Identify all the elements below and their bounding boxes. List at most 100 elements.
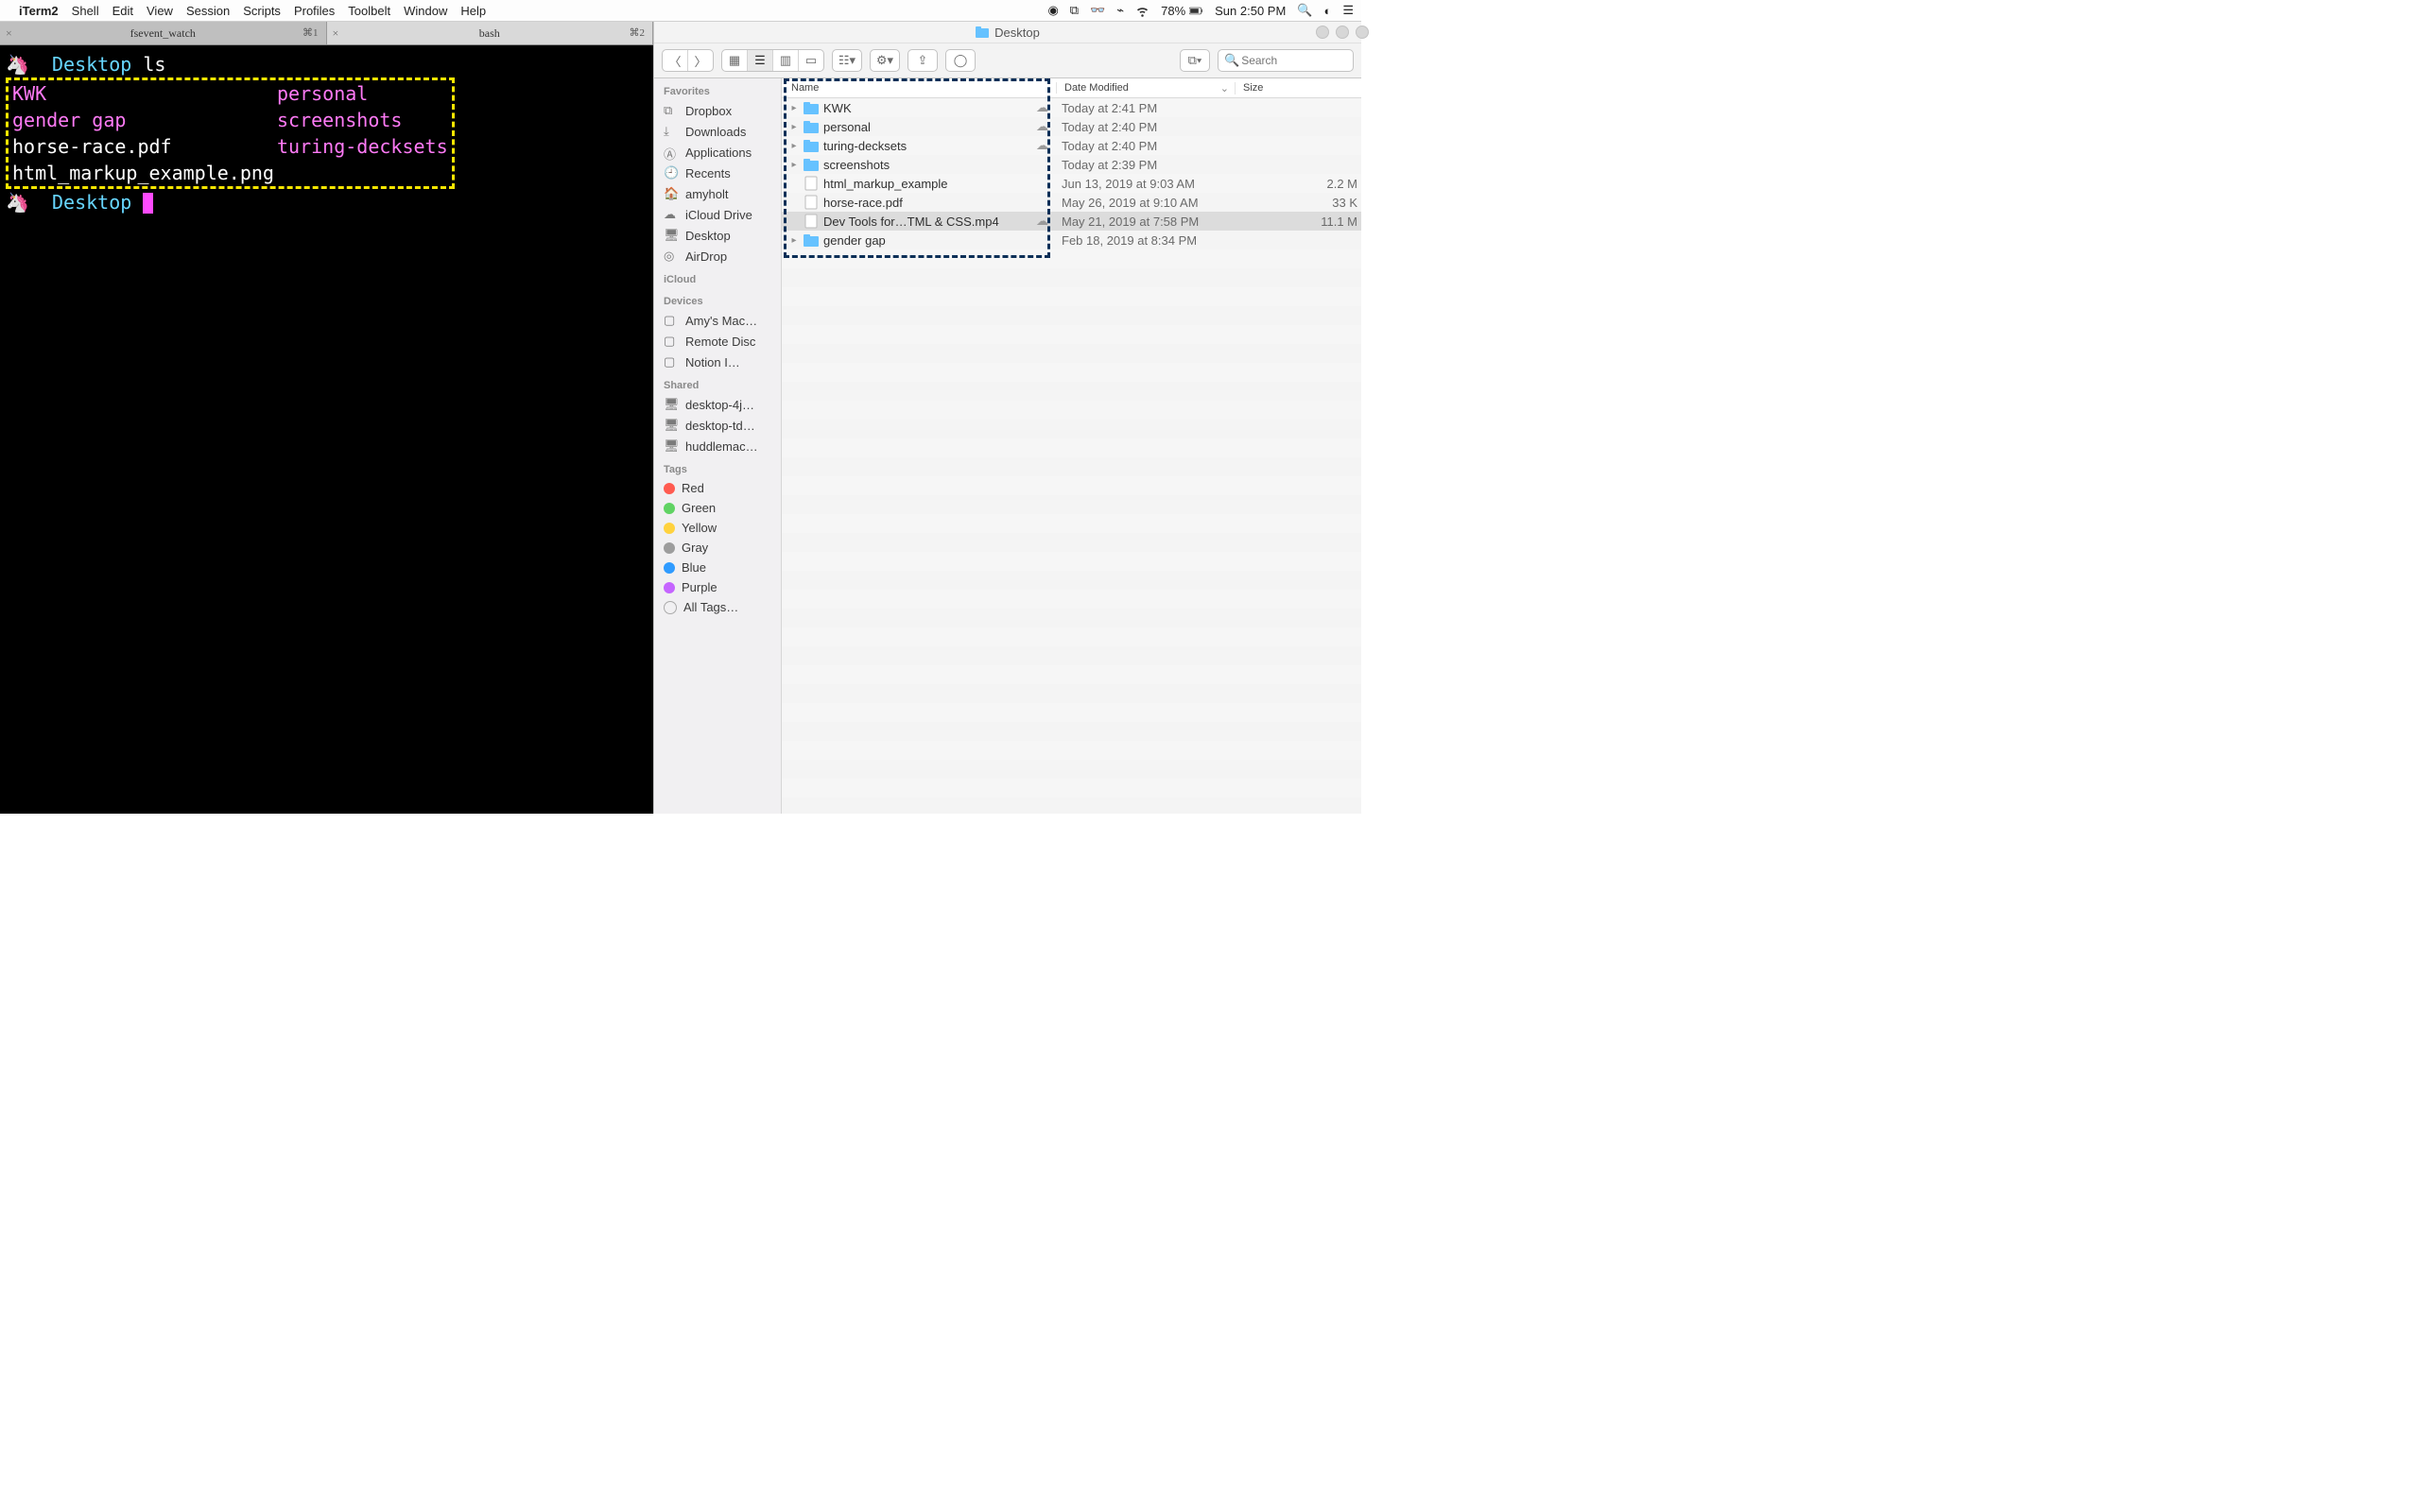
menu-window[interactable]: Window	[404, 4, 447, 18]
sidebar-tag[interactable]: Yellow	[654, 518, 781, 538]
status-notification-icon[interactable]: ☰	[1342, 3, 1354, 18]
file-row[interactable]: ▸gender gapFeb 18, 2019 at 8:34 PM	[782, 231, 1361, 249]
sidebar-item-label: amyholt	[685, 187, 729, 201]
back-button[interactable]: 〈	[663, 50, 688, 71]
menu-help[interactable]: Help	[460, 4, 486, 18]
status-glasses-icon[interactable]: 👓	[1090, 3, 1105, 18]
sidebar-item[interactable]: ☁iCloud Drive	[654, 204, 781, 225]
status-siri-icon[interactable]: ◐	[1323, 4, 1331, 18]
status-spotlight-icon[interactable]: 🔍	[1297, 3, 1312, 18]
sidebar-item[interactable]: ▢Notion I…	[654, 352, 781, 372]
col-name[interactable]: Name	[782, 82, 1057, 94]
disclosure-icon[interactable]: ▸	[789, 103, 799, 113]
action-button[interactable]: ⚙▾	[870, 49, 900, 72]
menu-profiles[interactable]: Profiles	[294, 4, 335, 18]
disclosure-icon[interactable]: ▸	[789, 160, 799, 170]
menu-edit[interactable]: Edit	[112, 4, 133, 18]
file-date: Jun 13, 2019 at 9:03 AM	[1054, 177, 1232, 191]
view-icons-button[interactable]: ▦	[722, 50, 748, 71]
search-icon: 🔍	[1224, 53, 1239, 68]
file-row[interactable]: Dev Tools for…TML & CSS.mp4☁May 21, 2019…	[782, 212, 1361, 231]
menu-view[interactable]: View	[147, 4, 173, 18]
empty-row	[782, 287, 1361, 306]
dropbox-button[interactable]: ⧉▾	[1180, 49, 1210, 72]
sidebar-tag[interactable]: Blue	[654, 558, 781, 577]
status-battery[interactable]: 78%	[1161, 4, 1203, 18]
sidebar-item-label: Applications	[685, 146, 752, 160]
computer-icon: 🖥	[664, 438, 679, 454]
menu-session[interactable]: Session	[186, 4, 230, 18]
traffic-lights[interactable]	[1316, 26, 1369, 39]
sidebar-item[interactable]: 🏠amyholt	[654, 183, 781, 204]
tags-button[interactable]: ◯	[945, 49, 976, 72]
terminal-body[interactable]: 🦄 Desktop ls KWKpersonal gender gapscree…	[0, 45, 653, 215]
sidebar-item[interactable]: ⒶApplications	[654, 142, 781, 163]
view-list-button[interactable]: ☰	[748, 50, 773, 71]
sidebar-tag[interactable]: Gray	[654, 538, 781, 558]
device-icon: ▢	[664, 313, 679, 328]
menu-scripts[interactable]: Scripts	[243, 4, 281, 18]
view-columns-button[interactable]: ▥	[773, 50, 799, 71]
sidebar-tag[interactable]: Purple	[654, 577, 781, 597]
sidebar-item[interactable]: 🖥huddlemac…	[654, 436, 781, 456]
view-gallery-button[interactable]: ▭	[799, 50, 823, 71]
menubar-app-name[interactable]: iTerm2	[19, 4, 59, 18]
menu-toolbelt[interactable]: Toolbelt	[348, 4, 390, 18]
file-name: gender gap	[823, 233, 886, 248]
mac-menubar: iTerm2 Shell Edit View Session Scripts P…	[0, 0, 1361, 22]
tab-title: fsevent_watch	[130, 20, 196, 46]
folder-icon	[804, 138, 819, 153]
empty-row	[782, 249, 1361, 268]
sidebar-item[interactable]: ⤓Downloads	[654, 121, 781, 142]
sidebar-item[interactable]: 🖥desktop-4j…	[654, 394, 781, 415]
file-row[interactable]: ▸personal☁Today at 2:40 PM	[782, 117, 1361, 136]
sidebar-item[interactable]: 🖥Desktop	[654, 225, 781, 246]
sidebar-item[interactable]: ▢Remote Disc	[654, 331, 781, 352]
sidebar-tag[interactable]: Red	[654, 478, 781, 498]
sidebar-item[interactable]: ⧉Dropbox	[654, 100, 781, 121]
ls-item: gender gap	[12, 107, 277, 133]
tab-shortcut: ⌘2	[630, 20, 646, 46]
arrange-button[interactable]: ☷▾	[832, 49, 862, 72]
disclosure-icon[interactable]: ▸	[789, 141, 799, 151]
ls-item: personal	[277, 82, 368, 105]
tab-shortcut: ⌘1	[302, 20, 319, 46]
search-input[interactable]	[1239, 53, 1328, 68]
iterm-tab-bash[interactable]: × bash ⌘2	[327, 22, 654, 44]
sidebar-item[interactable]: ◎AirDrop	[654, 246, 781, 266]
file-name: Dev Tools for…TML & CSS.mp4	[823, 215, 999, 229]
sidebar-item[interactable]: 🕘Recents	[654, 163, 781, 183]
sidebar-item-label: Recents	[685, 166, 731, 180]
sidebar-item[interactable]: ▢Amy's Mac…	[654, 310, 781, 331]
finder-search[interactable]: 🔍	[1218, 49, 1354, 72]
disclosure-icon[interactable]: ▸	[789, 122, 799, 132]
forward-button[interactable]: 〉	[688, 50, 713, 71]
sidebar-item-label: desktop-td…	[685, 419, 755, 433]
file-row[interactable]: html_markup_exampleJun 13, 2019 at 9:03 …	[782, 174, 1361, 193]
status-record-icon[interactable]: ◉	[1047, 3, 1058, 18]
file-row[interactable]: ▸turing-decksets☁Today at 2:40 PM	[782, 136, 1361, 155]
close-icon[interactable]: ×	[333, 20, 339, 46]
status-dropbox-icon[interactable]: ⧉	[1070, 3, 1079, 18]
sidebar-item[interactable]: 🖥desktop-td…	[654, 415, 781, 436]
empty-row	[782, 798, 1361, 814]
sidebar-hdr-favorites: Favorites	[654, 78, 781, 100]
file-row[interactable]: ▸screenshotsToday at 2:39 PM	[782, 155, 1361, 174]
disclosure-icon[interactable]: ▸	[789, 235, 799, 246]
status-clock[interactable]: Sun 2:50 PM	[1215, 4, 1286, 18]
status-wifi-icon[interactable]	[1135, 4, 1150, 18]
iterm-tab-fsevent[interactable]: × fsevent_watch ⌘1	[0, 22, 327, 44]
col-date[interactable]: Date Modified⌄	[1057, 82, 1236, 94]
menu-shell[interactable]: Shell	[72, 4, 99, 18]
empty-row	[782, 741, 1361, 760]
file-row[interactable]: ▸KWK☁Today at 2:41 PM	[782, 98, 1361, 117]
file-name: horse-race.pdf	[823, 196, 903, 210]
status-bluetooth-icon[interactable]: ⌁	[1116, 3, 1124, 18]
col-size[interactable]: Size	[1236, 82, 1361, 94]
sidebar-tag[interactable]: Green	[654, 498, 781, 518]
tag-dot-icon	[664, 483, 675, 494]
file-row[interactable]: horse-race.pdfMay 26, 2019 at 9:10 AM33 …	[782, 193, 1361, 212]
sidebar-tag[interactable]: All Tags…	[654, 597, 781, 617]
share-button[interactable]: ⇪	[908, 49, 938, 72]
close-icon[interactable]: ×	[6, 20, 12, 46]
